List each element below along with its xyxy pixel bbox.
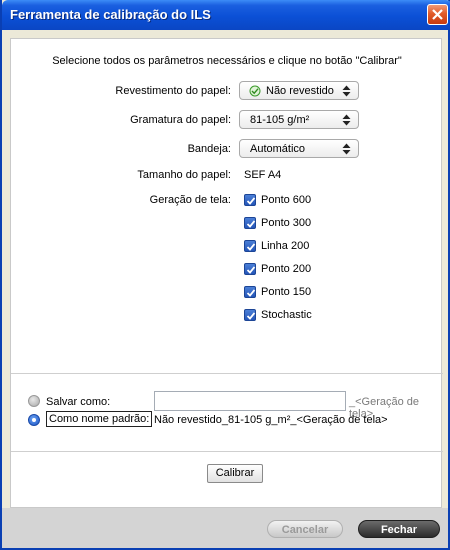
paper-weight-select[interactable]: 81-105 g/m² [239,110,359,129]
updown-arrows-icon [342,85,351,97]
paper-coating-label: Revestimento do papel: [115,85,231,97]
updown-arrows-icon [342,114,351,126]
checkbox-checked-icon[interactable] [244,309,256,321]
tray-value: Automático [250,143,306,155]
screening-option-label: Ponto 150 [261,286,312,298]
screening-option-label: Stochastic [261,309,312,321]
settings-panel: Selecione todos os parâmetros necessário… [10,38,443,508]
tray-select[interactable]: Automático [239,139,359,158]
checkbox-checked-icon[interactable] [244,240,256,252]
paper-size-label: Tamanho do papel: [137,169,231,181]
screening-option-label: Ponto 300 [261,217,312,229]
divider [11,451,443,452]
paper-weight-label: Gramatura do papel: [130,114,231,126]
updown-arrows-icon [342,143,351,155]
window-title: Ferramenta de calibração do ILS [10,7,211,22]
close-icon[interactable] [427,4,448,25]
checkbox-checked-icon[interactable] [244,217,256,229]
save-as-label: Salvar como: [46,396,111,408]
save-as-input[interactable] [154,391,346,411]
check-circle-icon [249,85,261,97]
default-name-radio[interactable] [28,414,40,426]
default-name-label: Como nome padrão: [46,411,153,427]
checkbox-checked-icon[interactable] [244,263,256,275]
save-as-radio[interactable] [28,395,40,407]
screening-label: Geração de tela: [149,194,231,206]
close-button[interactable]: Fechar [358,520,440,538]
default-name-value: Não revestido_81-105 g_m²_<Geração de te… [154,414,388,426]
title-bar[interactable]: Ferramenta de calibração do ILS [2,0,450,30]
paper-coating-select[interactable]: Não revestido [239,81,359,100]
divider [11,373,443,374]
cancel-button[interactable]: Cancelar [267,520,343,538]
paper-size-value: SEF A4 [244,169,282,181]
screening-option-label: Ponto 200 [261,263,312,275]
button-bar: Cancelar Fechar [2,508,448,548]
instruction-text: Selecione todos os parâmetros necessário… [52,55,402,67]
calibration-dialog: Ferramenta de calibração do ILS Selecion… [0,0,450,550]
paper-weight-value: 81-105 g/m² [250,114,310,126]
paper-coating-value: Não revestido [266,85,334,97]
screening-option-label: Linha 200 [261,240,310,252]
screening-option-label: Ponto 600 [261,194,312,206]
tray-label: Bandeja: [187,143,231,155]
checkbox-checked-icon[interactable] [244,194,256,206]
calibrate-button[interactable]: Calibrar [207,464,263,483]
checkbox-checked-icon[interactable] [244,286,256,298]
